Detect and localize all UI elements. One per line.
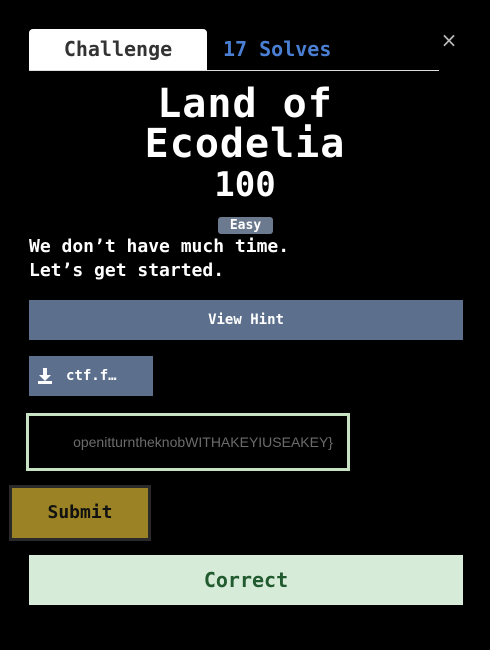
result-correct-banner: Correct (29, 555, 463, 605)
challenge-tabs: Challenge 17 Solves (29, 29, 439, 71)
tab-solves[interactable]: 17 Solves (223, 29, 331, 70)
download-icon (38, 368, 52, 384)
flag-input-value: openitturntheknobWITHAKEYIUSEAKEY} (73, 434, 333, 450)
file-name-label: ctf.f… (66, 368, 117, 384)
flag-input[interactable]: openitturntheknobWITHAKEYIUSEAKEY} (26, 413, 350, 471)
challenge-title: Land of Ecodelia (0, 84, 490, 164)
tab-challenge[interactable]: Challenge (29, 29, 207, 70)
challenge-title-line2: Ecodelia (144, 121, 346, 167)
challenge-title-line1: Land of (157, 81, 333, 127)
difficulty-badge: Easy (218, 217, 273, 234)
view-hint-button[interactable]: View Hint (29, 300, 463, 340)
description-line2: Let’s get started. (29, 260, 225, 281)
submit-button[interactable]: Submit (9, 485, 151, 541)
challenge-description: We don’t have much time. Let’s get starte… (29, 235, 469, 283)
close-icon[interactable]: × (440, 30, 458, 50)
challenge-points: 100 (214, 165, 276, 205)
file-download-button[interactable]: ctf.f… (29, 356, 153, 396)
description-line1: We don’t have much time. (29, 236, 290, 257)
